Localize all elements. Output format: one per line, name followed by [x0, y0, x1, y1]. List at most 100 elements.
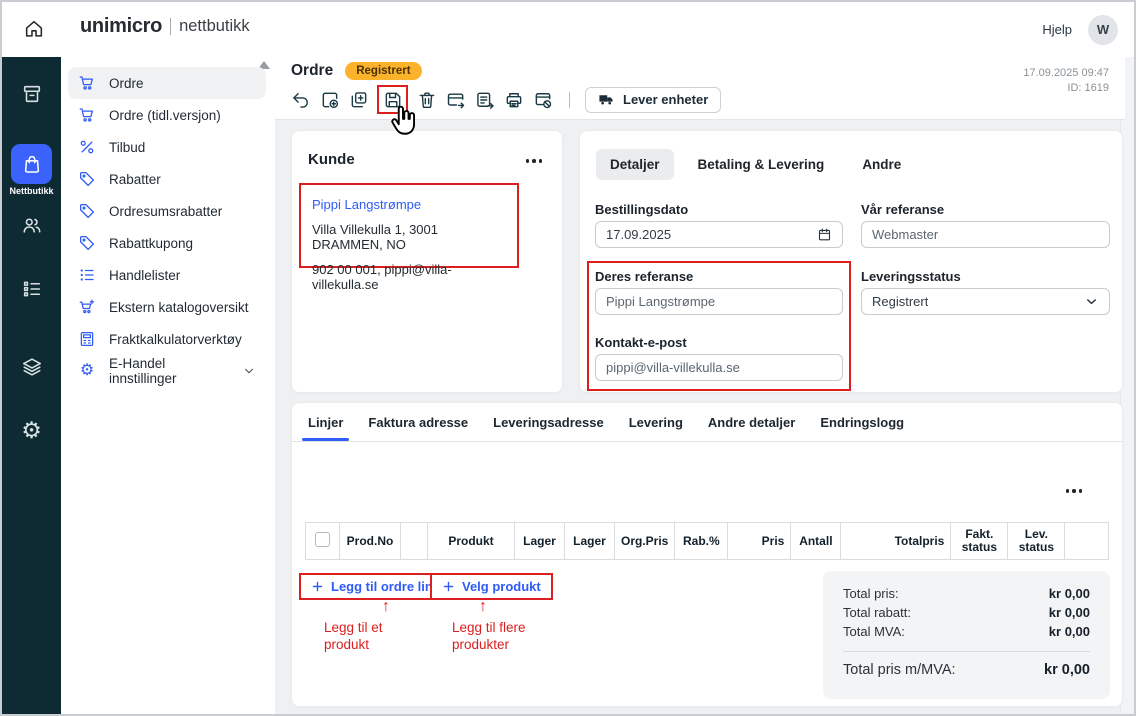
- print-button[interactable]: [502, 88, 525, 111]
- brand-suffix: nettbutikk: [179, 17, 250, 36]
- tab-leveringsadresse[interactable]: Leveringsadresse: [493, 403, 604, 441]
- duplicate-order-button[interactable]: [347, 88, 370, 111]
- tab-betaling-levering[interactable]: Betaling & Levering: [684, 149, 839, 180]
- delete-button[interactable]: [415, 88, 438, 111]
- side-menu: Ordre Ordre (tidl.versjon) Tilbud Rabatt…: [61, 57, 276, 714]
- tab-levering[interactable]: Levering: [629, 403, 683, 441]
- archive-box-icon: [21, 83, 43, 105]
- transfer-lines-button[interactable]: [473, 88, 496, 111]
- rail-item-customers[interactable]: [21, 214, 43, 236]
- gear-icon: ⚙: [21, 417, 42, 443]
- choose-product-button[interactable]: Velg produkt: [432, 575, 551, 598]
- column-header: Org.Pris: [615, 523, 675, 560]
- brand-logo: unimicro nettbutikk: [80, 15, 250, 38]
- bullet-list-icon: [78, 266, 96, 284]
- menu-item-label: Fraktkalkulatorverktøy: [109, 332, 242, 347]
- bestillingsdato-input[interactable]: 17.09.2025: [595, 221, 843, 248]
- var-referanse-input[interactable]: Webmaster: [861, 221, 1110, 248]
- shopping-bag-icon: [21, 153, 43, 175]
- rail-item-layers[interactable]: [21, 356, 43, 378]
- customer-more-options-icon[interactable]: [522, 155, 547, 167]
- column-header: Pris: [728, 523, 791, 560]
- brand-name: unimicro: [80, 15, 162, 38]
- truck-icon: [598, 91, 615, 108]
- menu-item-fraktkalkulator[interactable]: Fraktkalkulatorverktøy: [68, 323, 266, 355]
- cart-icon: [78, 74, 96, 92]
- tab-detaljer[interactable]: Detaljer: [596, 149, 674, 180]
- menu-item-label: Ordre: [109, 76, 144, 91]
- cart-icon: [78, 106, 96, 124]
- menu-item-rabattkupong[interactable]: Rabattkupong: [68, 227, 266, 259]
- annotation-arrow-icon: ↑: [382, 598, 390, 616]
- order-lines-table: Prod.No Produkt Lager Lager Org.Pris Rab…: [305, 522, 1109, 560]
- menu-item-ekstern-katalog[interactable]: Ekstern katalogoversikt: [68, 291, 266, 323]
- column-header: Rab.%: [675, 523, 728, 560]
- customer-name-link[interactable]: Pippi Langstrømpe: [312, 197, 506, 212]
- totals-panel: Total pris: kr 0,00 Total rabatt: kr 0,0…: [823, 571, 1110, 699]
- icon-rail: Nettbutikk ⚙: [2, 57, 61, 714]
- help-link[interactable]: Hjelp: [1042, 22, 1072, 37]
- cart-plus-icon: [78, 298, 96, 316]
- lines-more-options-icon[interactable]: [1062, 485, 1087, 497]
- tab-endringslogg[interactable]: Endringslogg: [820, 403, 904, 441]
- deliver-units-button[interactable]: Lever enheter: [585, 87, 721, 113]
- menu-item-ordre[interactable]: Ordre: [68, 67, 266, 99]
- bestillingsdato-label: Bestillingsdato: [595, 202, 688, 217]
- annotation-arrow-icon: ↑: [479, 598, 487, 616]
- menu-item-ordre-tidl[interactable]: Ordre (tidl.versjon): [68, 99, 266, 131]
- transfer-order-button[interactable]: [444, 88, 467, 111]
- menu-item-ordresumsrabatter[interactable]: Ordresumsrabatter: [68, 195, 266, 227]
- menu-item-ehandel-innstillinger[interactable]: ⚙ E-Handel innstillinger: [68, 355, 266, 387]
- lines-tabs: Linjer Faktura adresse Leveringsadresse …: [292, 403, 1122, 442]
- save-icon: [383, 90, 403, 110]
- customer-card: Kunde Pippi Langstrømpe Villa Villekulla…: [291, 130, 563, 393]
- save-button[interactable]: [381, 88, 404, 111]
- total-discount-label: Total rabatt:: [843, 603, 911, 622]
- total-price-row: Total pris: kr 0,00: [843, 584, 1090, 603]
- menu-item-handlelister[interactable]: Handlelister: [68, 259, 266, 291]
- tab-andre-detaljer[interactable]: Andre detaljer: [708, 403, 795, 441]
- leveringsstatus-label: Leveringsstatus: [861, 269, 961, 284]
- menu-item-label: Rabattkupong: [109, 236, 193, 251]
- save-highlight-box: [377, 85, 408, 114]
- new-order-button[interactable]: [318, 88, 341, 111]
- var-referanse-label: Vår referanse: [861, 202, 944, 217]
- rail-item-orders[interactable]: [21, 83, 43, 105]
- home-button[interactable]: [23, 18, 45, 40]
- plus-icon: [311, 580, 324, 593]
- tag-icon: [78, 234, 96, 252]
- cancel-order-button[interactable]: [531, 88, 554, 111]
- annotation-single-product: Legg til et produkt: [324, 619, 406, 653]
- table-header-row: Prod.No Produkt Lager Lager Org.Pris Rab…: [306, 523, 1109, 560]
- printer-icon: [504, 90, 524, 110]
- grand-total-label: Total pris m/MVA:: [843, 661, 956, 680]
- menu-item-label: Rabatter: [109, 172, 161, 187]
- gear-icon: ⚙: [78, 362, 96, 380]
- rail-item-lists[interactable]: [21, 278, 43, 300]
- tab-linjer[interactable]: Linjer: [308, 403, 343, 441]
- top-bar: unimicro nettbutikk Hjelp W: [2, 2, 1134, 58]
- undo-button[interactable]: [289, 88, 312, 111]
- choose-product-highlight-box: Velg produkt: [430, 573, 553, 600]
- tab-faktura-adresse[interactable]: Faktura adresse: [368, 403, 468, 441]
- order-toolbar: Lever enheter: [289, 85, 721, 114]
- menu-item-label: Ordresumsrabatter: [109, 204, 222, 219]
- calendar-icon: [817, 227, 832, 242]
- column-header: [401, 523, 428, 560]
- avatar[interactable]: W: [1088, 15, 1118, 45]
- select-all-checkbox[interactable]: [315, 532, 330, 547]
- chevron-down-icon: [1084, 294, 1099, 309]
- annotation-multiple-products: Legg til flere produkter: [452, 619, 547, 653]
- menu-item-rabatter[interactable]: Rabatter: [68, 163, 266, 195]
- tag-icon: [78, 170, 96, 188]
- rail-item-nettbutikk[interactable]: [11, 144, 52, 184]
- column-header: Lager: [565, 523, 615, 560]
- plus-icon: [442, 580, 455, 593]
- users-icon: [21, 214, 43, 236]
- tab-andre[interactable]: Andre: [848, 149, 915, 180]
- column-header: Totalpris: [841, 523, 951, 560]
- menu-item-tilbud[interactable]: Tilbud: [68, 131, 266, 163]
- rail-active-label: Nettbutikk: [2, 186, 61, 196]
- rail-item-settings[interactable]: ⚙: [21, 417, 43, 443]
- leveringsstatus-select[interactable]: Registrert: [861, 288, 1110, 315]
